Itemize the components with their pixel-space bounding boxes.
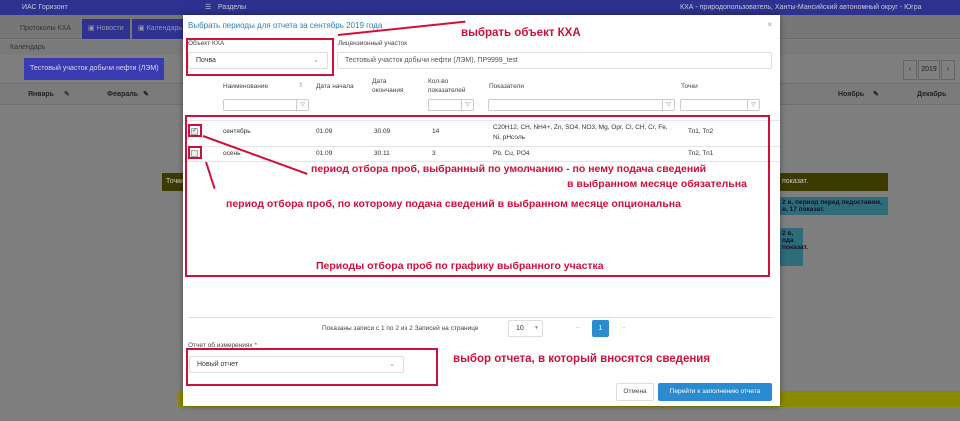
annotation-report: выбор отчета, в который вносятся сведени… <box>453 353 711 365</box>
annotation-box-periods <box>185 115 770 277</box>
annotation-box-object <box>186 38 334 76</box>
annotation-box-checked <box>188 124 202 137</box>
next-page-button[interactable]: → <box>620 324 627 331</box>
month-december[interactable]: Декабрь <box>917 84 946 106</box>
points-filter-input[interactable]: ▽ <box>680 99 760 111</box>
annotation-object: выбрать объект КХА <box>461 27 581 39</box>
submit-button[interactable]: Перейти к заполнению отчета <box>658 383 772 401</box>
month-november[interactable]: Ноябрь <box>838 84 864 106</box>
pagination-info: Показаны записи с 1 по 2 из 2 Записей на… <box>322 325 479 332</box>
annotation-periods: Периоды отбора проб по графику выбранног… <box>316 260 604 272</box>
col-end[interactable]: Дата окончания <box>372 77 412 95</box>
sections-menu[interactable]: Разделы <box>218 4 246 11</box>
prev-year-button[interactable]: ‹ <box>903 60 917 80</box>
edit-icon[interactable]: ✎ <box>64 84 70 106</box>
col-start[interactable]: Дата начала <box>316 82 354 91</box>
annotation-default-1: период отбора проб, выбранный по умолчан… <box>311 163 707 175</box>
divider <box>188 317 773 318</box>
annotation-optional: период отбора проб, по которому подача с… <box>226 198 681 210</box>
month-january[interactable]: Январь <box>28 84 54 106</box>
count-filter-input[interactable]: ▽ <box>428 99 474 111</box>
tab-calendar[interactable]: ▣ Календарь <box>132 19 188 39</box>
filter-icon: ▽ <box>296 100 308 110</box>
user-menu[interactable]: КХА - природопользователь, Ханты-Мансийс… <box>680 4 921 11</box>
month-february[interactable]: Февраль <box>107 84 138 106</box>
annotation-box-unchecked <box>188 146 202 159</box>
name-filter-input[interactable]: ▽ <box>223 99 309 111</box>
cancel-button[interactable]: Отмена <box>616 383 654 401</box>
select-periods-modal: Выбрать периоды для отчета за сентябрь 2… <box>183 15 780 406</box>
col-count[interactable]: Кол-во показателей <box>428 77 473 95</box>
top-bar: ИАС Горизонт ☰ Разделы КХА - природополь… <box>0 0 960 15</box>
license-field: Тестовый участок добычи нефти (ЛЭМ), ПР9… <box>337 52 772 69</box>
page-1-button[interactable]: 1 <box>592 320 609 337</box>
year-value: 2019 <box>918 60 940 80</box>
event-right[interactable]: показат. <box>778 173 888 191</box>
filter-icon: ▽ <box>662 100 674 110</box>
sort-icon[interactable]: ⇕ <box>298 81 303 90</box>
event-teal-2[interactable]: 2 в, ода показат. <box>778 228 808 266</box>
col-indicators[interactable]: Показатели <box>489 82 524 91</box>
modal-title: Выбрать периоды для отчета за сентябрь 2… <box>188 21 383 30</box>
edit-icon[interactable]: ✎ <box>873 84 879 106</box>
license-label: Лицензионный участок <box>338 40 408 47</box>
app-title: ИАС Горизонт <box>22 4 68 11</box>
tab-news[interactable]: ▣ Новости <box>82 19 130 39</box>
annotation-box-report <box>186 348 438 386</box>
edit-icon[interactable]: ✎ <box>143 84 149 106</box>
object-button[interactable]: Тестовый участок добычи нефти (ЛЭМ) <box>24 58 164 80</box>
next-year-button[interactable]: › <box>941 60 955 80</box>
col-name[interactable]: Наименование <box>223 82 268 91</box>
event-teal-1[interactable]: 2 в, период перед ледоставом, в, 17 пока… <box>778 197 888 215</box>
menu-icon[interactable]: ☰ <box>205 3 211 11</box>
filter-icon: ▽ <box>747 100 759 110</box>
per-page-select[interactable]: 10 ▼ <box>508 320 543 337</box>
annotation-default-2: в выбранном месяце обязательна <box>567 178 747 190</box>
indicators-filter-input[interactable]: ▽ <box>488 99 675 111</box>
calendar-icon: ▣ <box>138 25 147 32</box>
news-icon: ▣ <box>88 25 97 32</box>
col-points[interactable]: Точки <box>681 82 698 91</box>
filter-icon: ▽ <box>461 100 473 110</box>
caret-down-icon: ▼ <box>534 325 539 331</box>
prev-page-button[interactable]: ← <box>575 324 582 331</box>
close-icon[interactable]: × <box>767 20 772 29</box>
tab-protocols[interactable]: Протоколы КХА <box>14 19 77 39</box>
